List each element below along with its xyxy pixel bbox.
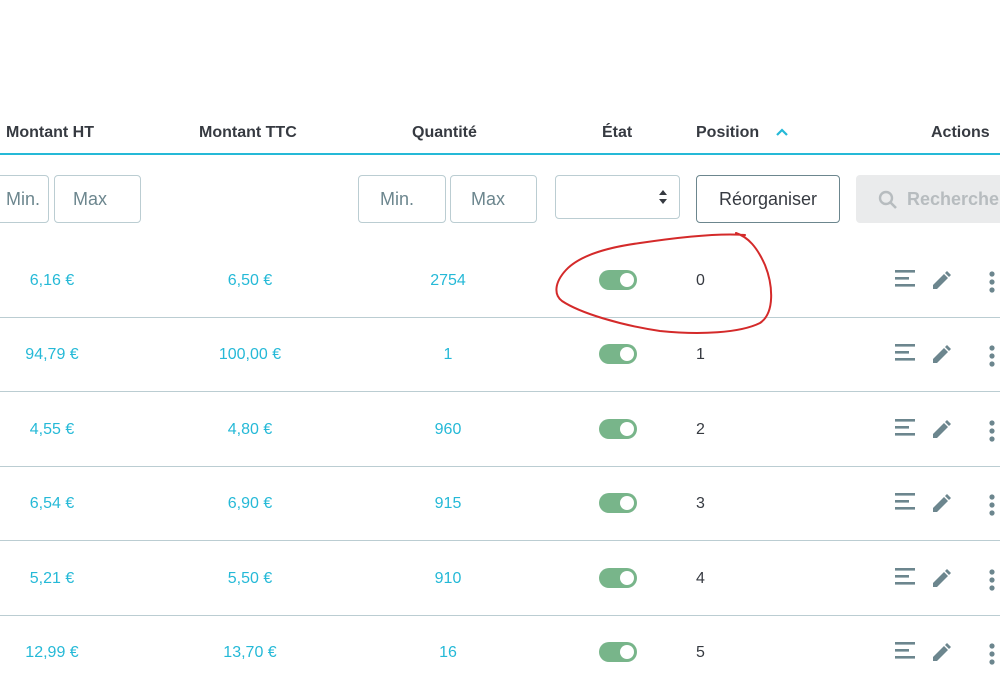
pencil-icon[interactable] <box>930 419 952 441</box>
cell-montant-ht: 94,79 € <box>25 346 79 364</box>
more-vertical-icon[interactable] <box>988 568 998 592</box>
more-vertical-icon[interactable] <box>988 493 998 517</box>
pencil-icon[interactable] <box>930 642 952 664</box>
select-arrows-icon <box>659 190 667 204</box>
cell-position: 5 <box>696 644 705 661</box>
table-row[interactable]: 12,99 € 13,70 € 16 5 <box>0 616 1000 686</box>
cell-quantite: 2754 <box>430 272 466 289</box>
pencil-icon[interactable] <box>930 493 952 515</box>
cell-montant-ht: 12,99 € <box>25 644 79 661</box>
cell-position: 4 <box>696 569 705 587</box>
list-icon[interactable] <box>895 417 917 437</box>
cell-quantite: 915 <box>434 495 462 513</box>
search-icon <box>878 190 897 209</box>
header-montant-ht: Montant HT <box>6 124 94 141</box>
header-actions: Actions <box>931 124 990 141</box>
ht-max-filter[interactable]: Max <box>54 175 141 223</box>
list-icon[interactable] <box>895 640 917 660</box>
cell-montant-ht: 6,54 € <box>29 495 75 513</box>
list-icon[interactable] <box>895 566 917 586</box>
status-toggle[interactable] <box>599 344 637 365</box>
list-icon[interactable] <box>895 491 917 511</box>
quantity-min-filter[interactable]: Min. <box>358 175 446 223</box>
status-toggle[interactable] <box>599 567 637 588</box>
status-toggle[interactable] <box>599 493 637 514</box>
toggle-knob <box>620 347 634 362</box>
cell-montant-ttc: 100,00 € <box>218 346 282 364</box>
cell-montant-ht: 4,55 € <box>29 420 75 438</box>
more-vertical-icon[interactable] <box>988 419 998 443</box>
header-divider <box>0 153 1000 155</box>
table-row[interactable]: 6,16 € 6,50 € 2754 0 <box>0 244 1000 318</box>
toggle-knob <box>620 570 634 585</box>
toggle-knob <box>620 496 634 511</box>
annotation-circle <box>555 232 773 334</box>
table-row[interactable]: 94,79 € 100,00 € 1 1 <box>0 318 1000 393</box>
header-quantite: Quantité <box>412 124 477 141</box>
toggle-knob <box>620 421 634 436</box>
pencil-icon[interactable] <box>930 568 952 590</box>
more-vertical-icon[interactable] <box>988 270 998 294</box>
more-vertical-icon[interactable] <box>988 642 998 666</box>
cell-montant-ttc: 6,50 € <box>227 272 273 289</box>
search-button-label: Rechercher <box>907 189 1000 209</box>
header-position[interactable]: Position <box>696 122 759 144</box>
etat-select[interactable] <box>555 175 680 219</box>
pencil-icon[interactable] <box>930 270 952 292</box>
pencil-icon[interactable] <box>930 344 952 366</box>
cell-montant-ttc: 6,90 € <box>227 495 273 513</box>
status-toggle[interactable] <box>599 642 637 662</box>
table-row[interactable]: 4,55 € 4,80 € 960 2 <box>0 393 1000 467</box>
list-icon[interactable] <box>895 342 917 362</box>
cell-quantite: 960 <box>434 420 462 438</box>
header-etat: État <box>602 124 633 141</box>
cell-montant-ttc: 4,80 € <box>227 420 273 438</box>
more-vertical-icon[interactable] <box>988 344 998 368</box>
search-button[interactable]: Rechercher <box>856 175 1000 223</box>
cell-montant-ht: 6,16 € <box>29 272 75 289</box>
cell-position: 2 <box>696 420 705 438</box>
cell-quantite: 16 <box>439 644 457 661</box>
cell-quantite: 1 <box>443 346 453 364</box>
ht-min-filter[interactable]: Min. <box>0 175 49 223</box>
cell-montant-ttc: 13,70 € <box>223 644 277 661</box>
cell-montant-ht: 5,21 € <box>29 569 75 587</box>
table-row[interactable]: 6,54 € 6,90 € 915 3 <box>0 467 1000 542</box>
cell-position: 3 <box>696 495 705 513</box>
toggle-knob <box>620 645 634 659</box>
quantity-max-filter[interactable]: Max <box>450 175 537 223</box>
status-toggle[interactable] <box>599 418 637 439</box>
sort-ascending-icon[interactable] <box>775 127 789 137</box>
reorganize-button[interactable]: Réorganiser <box>696 175 840 223</box>
cell-montant-ttc: 5,50 € <box>227 569 273 587</box>
header-montant-ttc: Montant TTC <box>199 124 297 141</box>
list-icon[interactable] <box>895 268 917 288</box>
cell-quantite: 910 <box>434 569 462 587</box>
table-row[interactable]: 5,21 € 5,50 € 910 4 <box>0 542 1000 616</box>
